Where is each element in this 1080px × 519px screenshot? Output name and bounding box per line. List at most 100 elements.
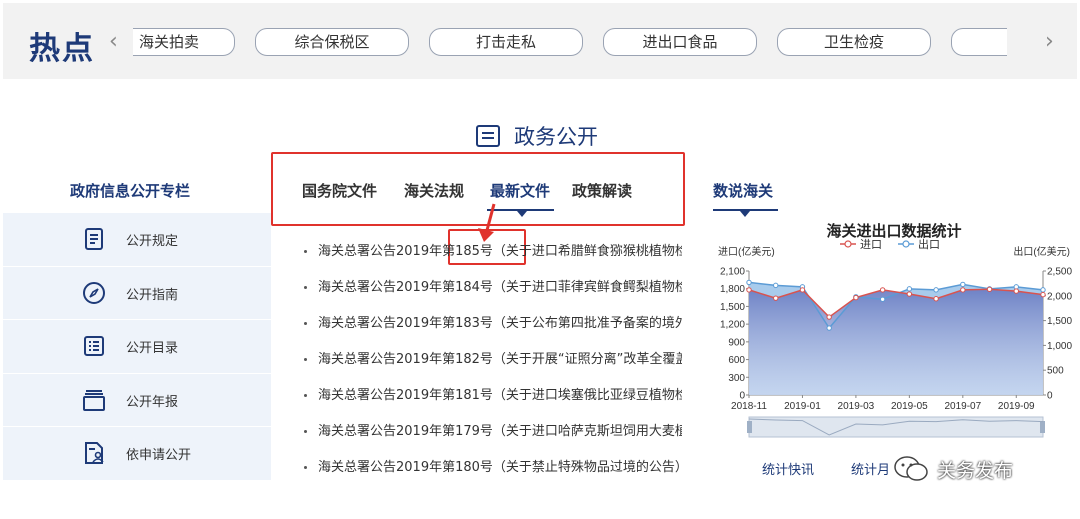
- chart-left-tick-label: 0: [739, 391, 745, 402]
- export-point: [933, 287, 939, 293]
- chart-x-tick-label: 2018-11: [731, 401, 767, 412]
- export-point: [906, 286, 913, 292]
- section-header: 政务公开: [476, 122, 598, 150]
- section-title: 政务公开: [514, 125, 598, 149]
- export-point: [879, 296, 886, 302]
- chart-right-tick-label: 500: [1047, 366, 1064, 377]
- stat-monthly-link[interactable]: 统计月: [851, 459, 890, 478]
- import-point: [746, 287, 752, 293]
- tag-bonded-zone[interactable]: 综合保税区: [255, 28, 409, 56]
- left-item-rules[interactable]: 公开规定: [3, 213, 271, 267]
- chart-left-tick-label: 1,800: [720, 284, 745, 295]
- legend-marker: [844, 240, 852, 248]
- slider-handle-left[interactable]: [747, 421, 752, 433]
- tab-state-council-documents[interactable]: 国务院文件: [302, 180, 377, 201]
- news-item[interactable]: 海关总署公告2019年第184号（关于进口菲律宾鲜食鳄梨植物检疫要求的公告）: [302, 276, 682, 312]
- tag-import-export-food[interactable]: 进出口食品: [603, 28, 757, 56]
- watermark-text: 关务发布: [937, 459, 1014, 482]
- chart-left-tick-label: 2,100: [720, 267, 745, 278]
- legend-label: 出口: [918, 237, 940, 251]
- left-item-catalog[interactable]: 公开目录: [3, 320, 271, 374]
- news-item[interactable]: 海关总署公告2019年第182号（关于开展“证照分离”改革全覆盖试点的公告）: [302, 348, 682, 384]
- chevron-left-icon[interactable]: ‹: [109, 29, 118, 55]
- chart-zoom-slider[interactable]: [747, 416, 1045, 438]
- import-area: [749, 289, 1043, 395]
- hot-tags-carousel: 海关拍卖 综合保税区 打击走私 进出口食品 卫生检疫 关: [133, 26, 1007, 58]
- tab-customs-regulations[interactable]: 海关法规: [404, 180, 464, 201]
- wechat-icon: [894, 456, 928, 481]
- chart-left-tick-label: 1,500: [720, 302, 745, 313]
- import-point: [799, 287, 806, 293]
- import-point: [853, 294, 859, 301]
- import-point: [906, 291, 913, 297]
- chart-x-tick-label: 2019-03: [838, 401, 875, 412]
- active-tab-caret: [517, 211, 527, 217]
- tag-more[interactable]: 关: [951, 28, 1007, 56]
- left-menu: 公开规定 公开指南 公开目录 公开年报 依申请公开: [3, 213, 271, 481]
- tab-policy-interpretation[interactable]: 政策解读: [572, 180, 632, 201]
- chart-x-tick-label: 2019-07: [944, 401, 981, 412]
- import-point: [1013, 288, 1019, 294]
- import-point: [1040, 291, 1046, 298]
- hot-topics-bar: 热点 ‹ 海关拍卖 综合保税区 打击走私 进出口食品 卫生检疫 关 ›: [3, 3, 1077, 79]
- document-icon: [85, 228, 103, 250]
- stat-flash-link[interactable]: 统计快讯: [762, 459, 814, 478]
- import-point: [960, 287, 966, 293]
- import-point: [933, 296, 939, 302]
- export-point: [1040, 287, 1046, 293]
- chart-right-tick-label: 1,000: [1047, 341, 1072, 352]
- import-point: [773, 295, 779, 301]
- left-item-guide[interactable]: 公开指南: [3, 266, 271, 320]
- chart-left-tick-label: 900: [728, 337, 745, 348]
- chart-left-tick-label: 1,200: [720, 320, 745, 331]
- tag-health-quarantine[interactable]: 卫生检疫: [777, 28, 931, 56]
- left-item-label: 公开指南: [126, 287, 179, 303]
- slider-handle-right[interactable]: [1040, 421, 1045, 433]
- chevron-right-icon[interactable]: ›: [1045, 29, 1054, 55]
- compass-icon: [83, 281, 105, 304]
- news-item[interactable]: 海关总署公告2019年第180号（关于禁止特殊物品过境的公告）: [302, 456, 682, 492]
- chart-right-tick-label: 0: [1047, 391, 1053, 402]
- legend-marker: [902, 240, 910, 248]
- left-column-title: 政府信息公开专栏: [70, 182, 191, 200]
- tag-anti-smuggling[interactable]: 打击走私: [429, 28, 583, 56]
- left-item-label: 公开规定: [126, 234, 179, 249]
- chart-x-tick-label: 2019-09: [998, 401, 1035, 412]
- legend-label: 进口: [860, 238, 882, 251]
- chart-left-axis-label: 进口(亿美元): [718, 245, 775, 258]
- list-icon: [84, 336, 104, 356]
- left-item-label: 公开年报: [126, 394, 179, 410]
- news-item[interactable]: 海关总署公告2019年第181号（关于进口埃塞俄比亚绿豆植物检疫要求的公告）: [302, 384, 682, 420]
- wechat-watermark: 关务发布: [893, 455, 1013, 483]
- import-point: [879, 287, 886, 293]
- news-item[interactable]: 海关总署公告2019年第179号（关于进口哈萨克斯坦饲用大麦植物检疫要求的公告）: [302, 420, 682, 456]
- data-customs-title[interactable]: 数说海关: [713, 180, 773, 201]
- left-item-label: 依申请公开: [126, 448, 192, 463]
- news-item[interactable]: 海关总署公告2019年第185号（关于进口希腊鲜食猕猴桃植物检疫要求的公告）: [302, 240, 682, 276]
- person-document-icon: [85, 442, 104, 464]
- news-item[interactable]: 海关总署公告2019年第183号（关于公布第四批准予备案的境外企业名单的公告）: [302, 312, 682, 348]
- left-item-annual-report[interactable]: 公开年报: [3, 373, 271, 427]
- chart-x-tick-label: 2019-01: [784, 401, 821, 412]
- chart-right-tick-label: 2,500: [1047, 267, 1072, 278]
- chart-right-axis-label: 出口(亿美元): [1013, 245, 1070, 258]
- tab-latest-documents[interactable]: 最新文件: [490, 180, 550, 201]
- tag-customs-auction[interactable]: 海关拍卖: [133, 28, 235, 56]
- import-point: [826, 314, 832, 320]
- chart-x-tick-label: 2019-05: [891, 401, 928, 412]
- import-point: [986, 286, 993, 293]
- chart-right-tick-label: 1,500: [1047, 316, 1072, 327]
- chart-left-tick-label: 300: [728, 373, 745, 384]
- chart-right-tick-label: 2,000: [1047, 291, 1072, 302]
- news-list: 海关总署公告2019年第185号（关于进口希腊鲜食猕猴桃植物检疫要求的公告） 海…: [302, 240, 682, 492]
- export-point: [773, 282, 779, 289]
- hot-topics-title: 热点: [29, 31, 95, 67]
- left-item-label: 公开目录: [126, 341, 179, 356]
- export-point: [960, 281, 966, 288]
- chart-title: 海关进出口数据统计: [826, 222, 961, 240]
- chart-left-tick-label: 600: [728, 355, 745, 366]
- left-item-on-request[interactable]: 依申请公开: [3, 427, 271, 481]
- folder-icon: [83, 389, 105, 411]
- trade-chart: 海关进出口数据统计 进口 出口 进口(亿美元) 出口(亿美元) 2,100 1,80…: [718, 222, 1072, 438]
- export-point: [826, 325, 832, 331]
